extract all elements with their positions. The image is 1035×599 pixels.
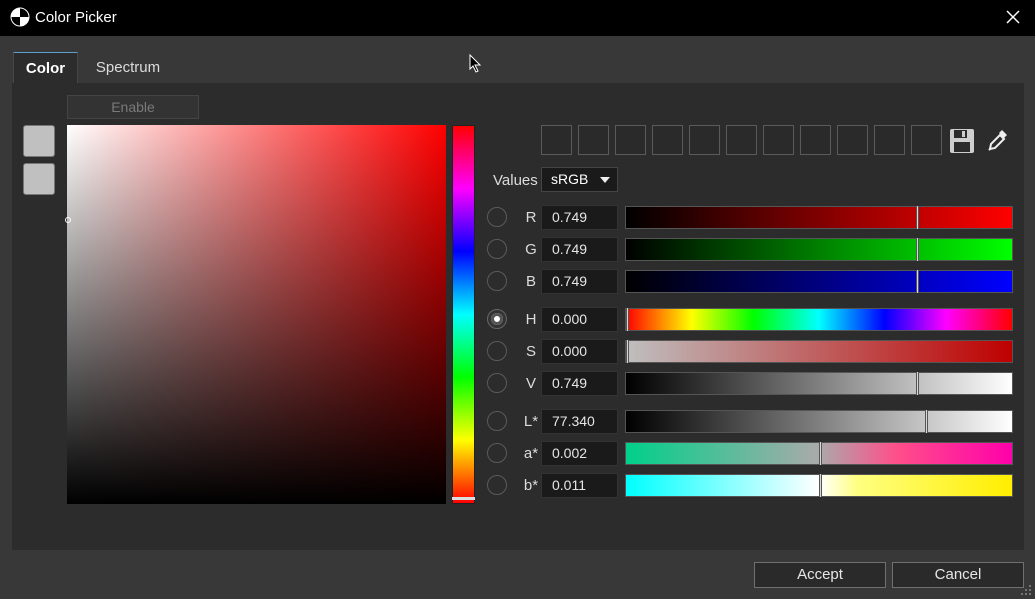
preset-swatch[interactable] — [652, 125, 683, 155]
channel-field-b-star[interactable]: 0.011 — [541, 473, 618, 498]
channel-slider-r[interactable] — [625, 206, 1013, 229]
mouse-cursor-icon — [469, 54, 482, 73]
slider-thumb-r[interactable] — [915, 206, 919, 229]
color-space-value: sRGB — [551, 171, 589, 187]
channel-radio-a[interactable] — [487, 443, 507, 463]
preset-swatch[interactable] — [874, 125, 905, 155]
preset-swatch[interactable] — [615, 125, 646, 155]
channel-slider-l[interactable] — [625, 410, 1013, 433]
slider-thumb-g[interactable] — [915, 238, 919, 261]
channel-radio-b-star[interactable] — [487, 475, 507, 495]
channel-field-v[interactable]: 0.749 — [541, 371, 618, 396]
channel-slider-b[interactable] — [625, 270, 1013, 293]
channel-slider-h[interactable] — [625, 308, 1013, 331]
preset-swatch[interactable] — [726, 125, 757, 155]
hue-strip[interactable] — [452, 125, 475, 504]
current-color-swatch[interactable] — [23, 125, 55, 157]
preset-swatch[interactable] — [911, 125, 942, 155]
channel-label-r: R — [525, 209, 537, 226]
slider-thumb-l[interactable] — [924, 410, 928, 433]
channel-row-b: B 0.749 — [485, 269, 1015, 295]
channel-radio-s[interactable] — [487, 341, 507, 361]
channel-slider-v[interactable] — [625, 372, 1013, 395]
channel-row-s: S 0.000 — [485, 339, 1015, 365]
preset-swatch[interactable] — [763, 125, 794, 155]
channel-radio-v[interactable] — [487, 373, 507, 393]
channel-row-g: G 0.749 — [485, 237, 1015, 263]
preset-swatch[interactable] — [689, 125, 720, 155]
close-icon[interactable] — [1002, 6, 1024, 28]
tab-spectrum[interactable]: Spectrum — [82, 52, 174, 84]
channel-slider-b-star[interactable] — [625, 474, 1013, 497]
chevron-down-icon — [600, 177, 610, 183]
channel-radio-r[interactable] — [487, 207, 507, 227]
slider-thumb-a[interactable] — [819, 442, 822, 465]
channel-label-a: a* — [523, 445, 539, 462]
channel-field-l[interactable]: 77.340 — [541, 409, 618, 434]
channel-field-r[interactable]: 0.749 — [541, 205, 618, 230]
slider-thumb-s[interactable] — [626, 340, 629, 363]
channel-label-b: B — [525, 273, 536, 290]
preset-swatch[interactable] — [837, 125, 868, 155]
channel-radio-l[interactable] — [487, 411, 507, 431]
accept-button[interactable]: Accept — [754, 562, 886, 588]
cancel-button[interactable]: Cancel — [892, 562, 1024, 588]
channel-radio-g[interactable] — [487, 239, 507, 259]
channel-field-g[interactable]: 0.749 — [541, 237, 618, 262]
save-icon[interactable] — [948, 127, 976, 155]
values-label: Values — [493, 172, 538, 189]
channel-label-s: S — [525, 343, 536, 360]
channel-label-g: G — [525, 241, 537, 258]
saturation-value-area[interactable] — [67, 125, 446, 504]
channel-row-a: a* 0.002 — [485, 441, 1015, 467]
channel-field-s[interactable]: 0.000 — [541, 339, 618, 364]
slider-thumb-v[interactable] — [915, 372, 919, 395]
resize-grip-icon[interactable] — [1018, 582, 1032, 596]
channel-row-b-star: b* 0.011 — [485, 473, 1015, 499]
channel-slider-a[interactable] — [625, 442, 1013, 465]
eyedropper-icon[interactable] — [986, 127, 1010, 153]
channel-slider-g[interactable] — [625, 238, 1013, 261]
color-wheel-icon — [10, 7, 30, 27]
enable-button[interactable]: Enable — [67, 95, 199, 119]
preset-swatch[interactable] — [541, 125, 572, 155]
channel-row-l: L* 77.340 — [485, 409, 1015, 435]
slider-thumb-b[interactable] — [915, 270, 919, 293]
channel-radio-h[interactable] — [487, 309, 507, 329]
color-space-select[interactable]: sRGB — [541, 167, 618, 192]
channel-label-b-star: b* — [523, 477, 539, 494]
channel-label-h: H — [525, 311, 537, 328]
preset-swatch[interactable] — [578, 125, 609, 155]
hue-marker[interactable] — [452, 497, 475, 500]
preset-swatch[interactable] — [800, 125, 831, 155]
tab-color[interactable]: Color — [13, 52, 78, 84]
window-title: Color Picker — [35, 9, 117, 26]
slider-thumb-b-star[interactable] — [819, 474, 822, 497]
channel-label-l: L* — [523, 413, 539, 430]
channel-field-a[interactable]: 0.002 — [541, 441, 618, 466]
channel-radio-b[interactable] — [487, 271, 507, 291]
channel-row-h: H 0.000 — [485, 307, 1015, 333]
channel-slider-s[interactable] — [625, 340, 1013, 363]
channel-field-b[interactable]: 0.749 — [541, 269, 618, 294]
channel-field-h[interactable]: 0.000 — [541, 307, 618, 332]
title-bar: Color Picker — [0, 0, 1035, 36]
channel-row-r: R 0.749 — [485, 205, 1015, 231]
channel-row-v: V 0.749 — [485, 371, 1015, 397]
sv-marker[interactable] — [65, 217, 71, 223]
previous-color-swatch[interactable] — [23, 163, 55, 195]
slider-thumb-h[interactable] — [626, 308, 629, 331]
channel-label-v: V — [525, 375, 536, 392]
